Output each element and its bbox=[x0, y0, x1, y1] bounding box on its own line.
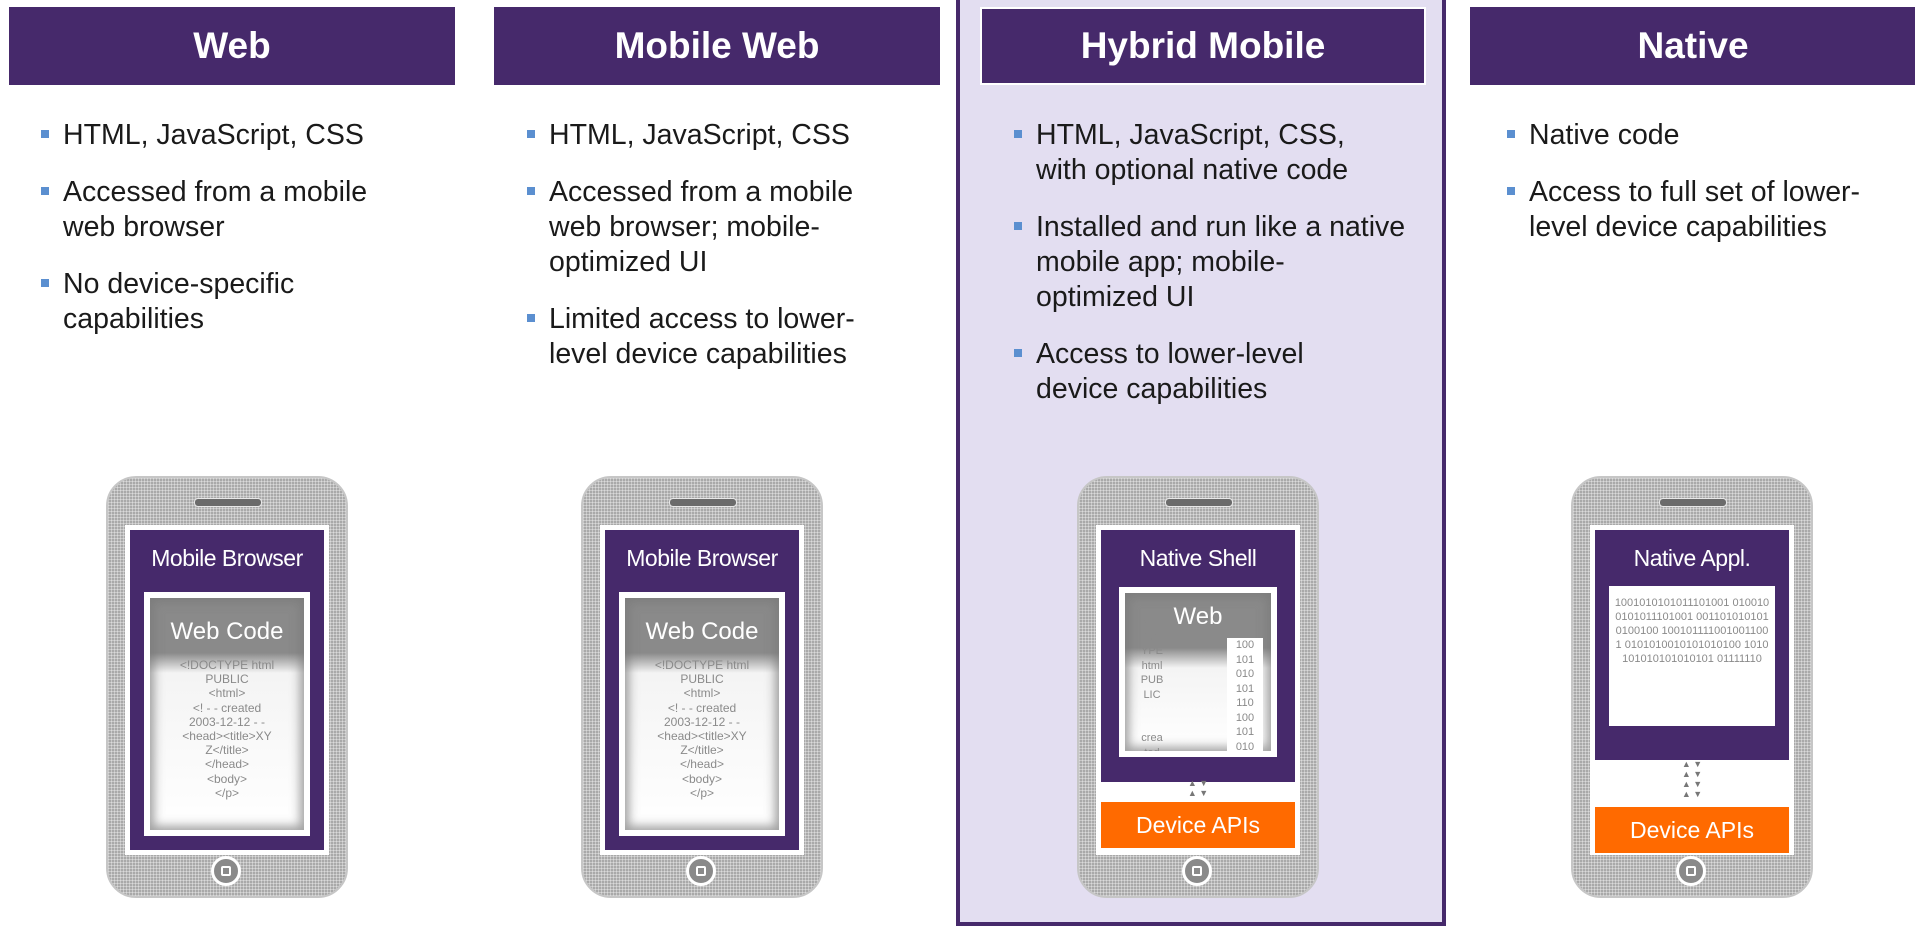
phone-screen: Native Appl. 1001010101011101001 0100100… bbox=[1590, 525, 1794, 855]
bullet-item: HTML, JavaScript, CSS bbox=[41, 118, 401, 153]
app-label: Mobile Browser bbox=[151, 544, 303, 571]
home-button-icon bbox=[686, 856, 716, 886]
app-label: Mobile Browser bbox=[626, 544, 778, 571]
phone-web: Mobile Browser Web Code <!DOCTYPE html P… bbox=[106, 476, 348, 898]
web-code-box: Web <!D OCT YPE html PUB LIC crea ted 10… bbox=[1125, 593, 1271, 751]
bullet-item: Accessed from a mobile web browser; mobi… bbox=[527, 175, 869, 280]
bullet-item: HTML, JavaScript, CSS bbox=[527, 118, 887, 153]
bullets-mobile-web: HTML, JavaScript, CSS Accessed from a mo… bbox=[527, 118, 887, 394]
phone-hybrid-mobile: Native Shell Web <!D OCT YPE html PUB LI… bbox=[1077, 476, 1319, 898]
bullet-item: Limited access to lower-level device cap… bbox=[527, 302, 894, 372]
phone-mobile-web: Mobile Browser Web Code <!DOCTYPE html P… bbox=[581, 476, 823, 898]
code-text: <!DOCTYPE html PUBLIC <html> <! - - crea… bbox=[179, 658, 275, 800]
code-text: <!DOCTYPE html PUBLIC <html> <! - - crea… bbox=[654, 658, 750, 800]
binary-frame: 1001010101011101001 0100100101011101001 … bbox=[1609, 586, 1775, 726]
phone-screen: Mobile Browser Web Code <!DOCTYPE html P… bbox=[600, 525, 804, 855]
phone-speaker bbox=[669, 498, 737, 507]
home-button-icon bbox=[1182, 856, 1212, 886]
bullets-web: HTML, JavaScript, CSS Accessed from a mo… bbox=[41, 118, 401, 359]
bullet-item: Installed and run like a native mobile a… bbox=[1014, 210, 1406, 315]
app-label: Native Shell bbox=[1139, 544, 1257, 571]
mobile-browser-app: Mobile Browser Web Code <!DOCTYPE html P… bbox=[130, 530, 324, 850]
column-header-hybrid-mobile: Hybrid Mobile bbox=[980, 7, 1426, 85]
binary-code-text: 1001010101011101001 0100100101011101001 … bbox=[1614, 597, 1770, 665]
column-header-web: Web bbox=[9, 7, 455, 85]
home-button-icon bbox=[1676, 856, 1706, 886]
code-text-left: <!D OCT YPE html PUB LIC crea ted bbox=[1140, 616, 1164, 751]
web-code-frame: Web <!D OCT YPE html PUB LIC crea ted 10… bbox=[1119, 587, 1277, 757]
web-code-box: Web Code <!DOCTYPE html PUBLIC <html> <!… bbox=[150, 598, 304, 830]
home-button-icon bbox=[211, 856, 241, 886]
phone-native: Native Appl. 1001010101011101001 0100100… bbox=[1571, 476, 1813, 898]
app-label: Native Appl. bbox=[1633, 544, 1751, 571]
mobile-browser-app: Mobile Browser Web Code <!DOCTYPE html P… bbox=[605, 530, 799, 850]
phone-speaker bbox=[1165, 498, 1233, 507]
api-arrows-icon: ▲ ▼ ▲ ▼ bbox=[1187, 778, 1209, 798]
bullet-item: Access to full set of lower-level device… bbox=[1507, 175, 1889, 245]
bullet-item: HTML, JavaScript, CSS, with optional nat… bbox=[1014, 118, 1376, 188]
web-code-box: Web Code <!DOCTYPE html PUBLIC <html> <!… bbox=[625, 598, 779, 830]
device-apis-box: Device APIs bbox=[1101, 802, 1295, 848]
bullet-item: Access to lower-level device capabilitie… bbox=[1014, 337, 1336, 407]
native-app: Native Appl. 1001010101011101001 0100100… bbox=[1595, 530, 1789, 760]
api-arrows-icon: ▲ ▼ ▲ ▼ ▲ ▼ ▲ ▼ bbox=[1681, 759, 1703, 799]
code-title: Web Code bbox=[170, 618, 284, 645]
bullets-hybrid-mobile: HTML, JavaScript, CSS, with optional nat… bbox=[1014, 118, 1405, 429]
phone-speaker bbox=[194, 498, 262, 507]
phone-speaker bbox=[1659, 498, 1727, 507]
bullet-item: No device-specific capabilities bbox=[41, 267, 343, 337]
bullets-native: Native code Access to full set of lower-… bbox=[1507, 118, 1867, 267]
bullet-item: Accessed from a mobile web browser bbox=[41, 175, 383, 245]
code-title: Web Code bbox=[645, 618, 759, 645]
device-apis-box: Device APIs bbox=[1595, 807, 1789, 853]
code-text-right: 100 101 010 101 110 100 101 010 bbox=[1227, 638, 1263, 751]
web-code-frame: Web Code <!DOCTYPE html PUBLIC <html> <!… bbox=[144, 592, 310, 836]
native-shell-app: Native Shell Web <!D OCT YPE html PUB LI… bbox=[1101, 530, 1295, 782]
column-header-native: Native bbox=[1470, 7, 1915, 85]
bullet-item: Native code bbox=[1507, 118, 1867, 153]
phone-screen: Native Shell Web <!D OCT YPE html PUB LI… bbox=[1096, 525, 1300, 855]
web-code-frame: Web Code <!DOCTYPE html PUBLIC <html> <!… bbox=[619, 592, 785, 836]
phone-screen: Mobile Browser Web Code <!DOCTYPE html P… bbox=[125, 525, 329, 855]
column-header-mobile-web: Mobile Web bbox=[494, 7, 940, 85]
